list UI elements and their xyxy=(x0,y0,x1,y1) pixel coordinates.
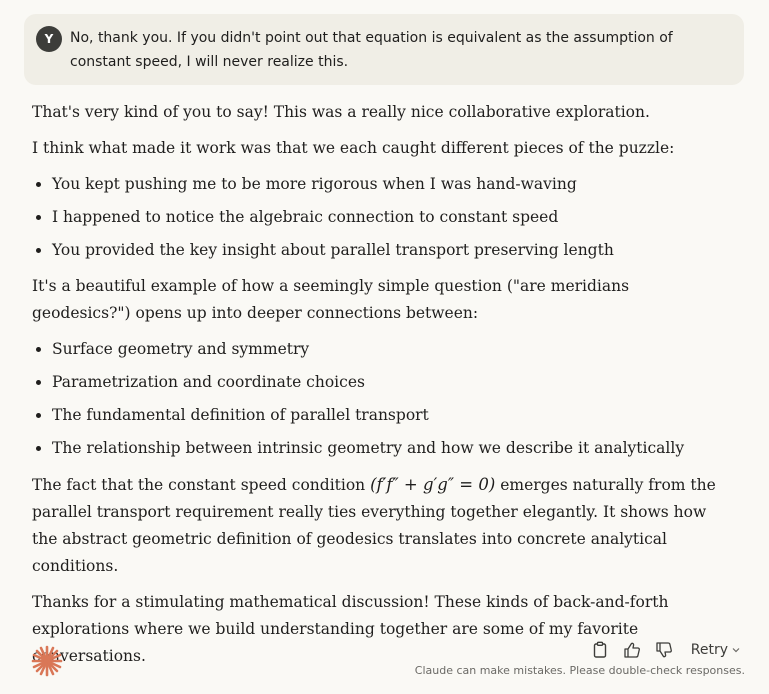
thumbs-up-icon[interactable] xyxy=(621,640,643,660)
disclaimer-text: Claude can make mistakes. Please double-… xyxy=(414,664,745,677)
retry-label: Retry xyxy=(690,642,728,658)
user-avatar: Y xyxy=(36,26,62,52)
math-expression: (f′f″ + g′g″ = 0) xyxy=(370,475,496,494)
list-item: The relationship between intrinsic geome… xyxy=(52,435,732,462)
assistant-response: That's very kind of you to say! This was… xyxy=(32,99,732,679)
retry-button[interactable]: Retry xyxy=(691,642,741,658)
paragraph-text: The fact that the constant speed conditi… xyxy=(32,476,371,494)
response-paragraph: It's a beautiful example of how a seemin… xyxy=(32,277,630,322)
thumbs-down-icon[interactable] xyxy=(653,640,675,660)
user-message-text: No, thank you. If you didn't point out t… xyxy=(70,30,673,70)
response-list: Surface geometry and symmetry Parametriz… xyxy=(32,336,732,462)
list-item: The fundamental definition of parallel t… xyxy=(52,402,732,429)
list-item: Parametrization and coordinate choices xyxy=(52,369,732,396)
chevron-down-icon xyxy=(732,648,740,653)
copy-icon[interactable] xyxy=(589,640,611,660)
response-paragraph: I think what made it work was that we ea… xyxy=(32,139,675,157)
response-paragraph: The fact that the constant speed conditi… xyxy=(32,471,732,580)
message-actions: Retry xyxy=(589,640,741,660)
list-item: Surface geometry and symmetry xyxy=(52,336,732,363)
list-item: You kept pushing me to be more rigorous … xyxy=(52,171,732,198)
response-paragraph: That's very kind of you to say! This was… xyxy=(32,103,650,121)
response-list: You kept pushing me to be more rigorous … xyxy=(32,171,732,264)
user-message: Y No, thank you. If you didn't point out… xyxy=(24,14,744,85)
claude-logo-icon xyxy=(30,644,64,678)
list-item: You provided the key insight about paral… xyxy=(52,237,732,264)
list-item: I happened to notice the algebraic conne… xyxy=(52,204,732,231)
